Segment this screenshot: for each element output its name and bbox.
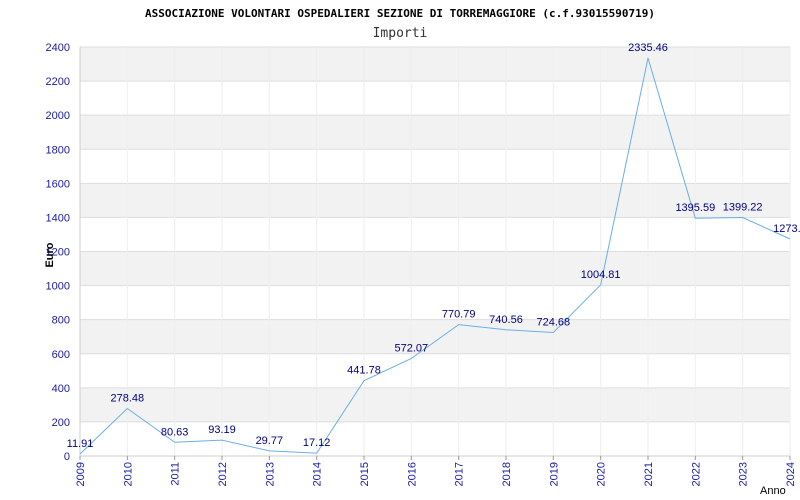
y-tick-label: 800 — [52, 315, 70, 327]
data-label: 724.68 — [537, 317, 571, 329]
data-label: 770.79 — [442, 309, 476, 321]
plot-band — [80, 217, 790, 252]
x-tick-label: 2014 — [312, 462, 324, 486]
data-label: 29.77 — [256, 435, 284, 447]
y-tick-label: 1800 — [46, 144, 70, 156]
x-tick-label: 2016 — [406, 462, 418, 486]
x-tick-label: 2023 — [738, 462, 750, 486]
x-tick-label: 2009 — [75, 462, 87, 486]
data-label: 441.78 — [347, 365, 381, 377]
plot-band — [80, 387, 790, 422]
line-chart: ASSOCIAZIONE VOLONTARI OSPEDALIERI SEZIO… — [44, 7, 800, 497]
data-label: 1395.59 — [675, 202, 715, 214]
x-tick-label: 2012 — [217, 462, 229, 486]
x-tick-label: 2018 — [501, 462, 513, 486]
data-label: 17.12 — [303, 437, 331, 449]
data-label: 740.56 — [489, 314, 523, 326]
data-label: 93.19 — [208, 424, 236, 436]
y-tick-label: 1400 — [46, 212, 70, 224]
data-label: 1004.81 — [581, 269, 621, 281]
plot-band — [80, 81, 790, 116]
y-tick-label: 200 — [52, 417, 70, 429]
data-label: 2335.46 — [628, 42, 668, 54]
x-tick-label: 2022 — [690, 462, 702, 486]
y-tick-label: 400 — [52, 383, 70, 395]
x-tick-label: 2017 — [454, 462, 466, 486]
plot-band — [80, 285, 790, 320]
data-label: 1273.4 — [773, 223, 800, 235]
plot-band — [80, 319, 790, 354]
x-tick-label: 2021 — [643, 462, 655, 486]
data-label: 80.63 — [161, 426, 189, 438]
data-label: 278.48 — [111, 393, 145, 405]
x-tick-label: 2013 — [264, 462, 276, 486]
x-tick-label: 2020 — [596, 462, 608, 486]
y-tick-label: 1600 — [46, 178, 70, 190]
x-tick-label: 2010 — [122, 462, 134, 486]
x-axis-label: Anno — [760, 485, 786, 497]
chart-title: ASSOCIAZIONE VOLONTARI OSPEDALIERI SEZIO… — [145, 7, 655, 20]
plot-band — [80, 115, 790, 150]
x-axis: 2009 2010 2011 2012 2013 2014 2015 2016 2017 2018… — [75, 456, 797, 486]
plot-band — [80, 353, 790, 388]
y-axis-label: Euro — [44, 242, 56, 267]
chart-subtitle: Importi — [373, 26, 428, 41]
x-tick-label: 2015 — [359, 462, 371, 486]
data-label: 1399.22 — [723, 202, 763, 214]
y-tick-label: 600 — [52, 349, 70, 361]
x-tick-label: 2011 — [170, 462, 182, 486]
y-tick-label: 2200 — [46, 76, 70, 88]
y-tick-label: 0 — [64, 451, 70, 463]
plot-band — [80, 251, 790, 286]
plot-band — [80, 47, 790, 82]
data-label: 11.91 — [67, 438, 94, 450]
y-tick-label: 2000 — [46, 110, 70, 122]
data-label: 572.07 — [395, 343, 429, 355]
x-tick-label: 2024 — [785, 462, 797, 486]
y-tick-label: 1000 — [46, 281, 70, 293]
y-tick-label: 2400 — [46, 42, 70, 54]
x-tick-label: 2019 — [548, 462, 560, 486]
plot-background — [79, 46, 791, 457]
